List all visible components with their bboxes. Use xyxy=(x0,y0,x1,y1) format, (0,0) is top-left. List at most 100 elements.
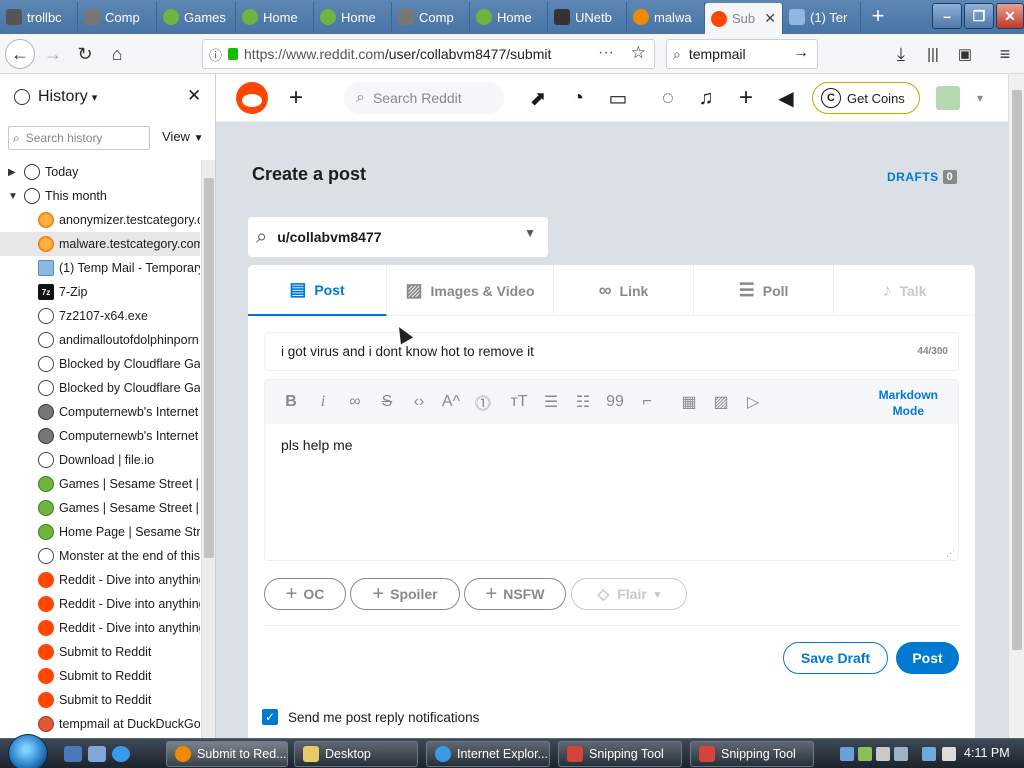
go-arrow-icon[interactable]: → xyxy=(793,44,809,62)
history-item[interactable]: (1) Temp Mail - Temporary xyxy=(0,256,200,280)
volume-icon[interactable] xyxy=(942,747,956,761)
close-tab-icon[interactable]: ✕ xyxy=(764,10,776,27)
bookmark-star-icon[interactable]: ☆ xyxy=(631,43,646,63)
scrollbar-thumb[interactable] xyxy=(204,178,214,558)
menu-icon[interactable]: ≡ xyxy=(990,39,1020,69)
taskbar-item-snipping-tool[interactable]: Snipping Tool xyxy=(690,741,814,767)
ie-quicklaunch-icon[interactable] xyxy=(112,746,130,762)
collapse-arrow-icon[interactable]: ▼ xyxy=(8,191,22,202)
history-item[interactable]: 7z2107-x64.exe xyxy=(0,304,200,328)
history-item-selected[interactable]: malware.testcategory.com/ xyxy=(0,232,200,256)
strikethrough-icon[interactable]: S xyxy=(371,388,403,416)
network-icon[interactable] xyxy=(922,747,936,761)
notifications-checkbox-row[interactable]: ✓ Send me post reply notifications xyxy=(262,709,479,725)
history-item[interactable]: Submit to Reddit xyxy=(0,640,200,664)
history-item[interactable]: Submit to Reddit xyxy=(0,688,200,712)
history-item[interactable]: Blocked by Cloudflare Gate xyxy=(0,352,200,376)
history-group-today[interactable]: ▶ Today xyxy=(0,160,200,184)
lock-icon[interactable] xyxy=(228,48,239,60)
nsfw-tag-button[interactable]: + NSFW xyxy=(464,578,566,610)
tab-images-video[interactable]: ▨ Images & Video xyxy=(387,265,554,316)
bold-icon[interactable]: B xyxy=(275,388,307,416)
flair-button[interactable]: ◇ Flair ▾ xyxy=(571,578,687,610)
history-item[interactable]: Monster at the end of this . xyxy=(0,544,200,568)
oc-tag-button[interactable]: + OC xyxy=(264,578,346,610)
stats-icon[interactable]: ◔ xyxy=(566,86,590,110)
history-search-input[interactable]: ⌕ Search history xyxy=(8,126,150,150)
info-icon[interactable]: ⓘ xyxy=(209,45,222,64)
numbered-list-icon[interactable]: ☷ xyxy=(567,388,599,416)
back-button[interactable]: ← xyxy=(5,39,35,69)
create-plus-icon[interactable]: + xyxy=(284,84,308,111)
history-item[interactable]: Blocked by Cloudflare Gate xyxy=(0,376,200,400)
reddit-logo-icon[interactable] xyxy=(236,82,268,114)
tab-post[interactable]: ▤ Post xyxy=(248,265,387,316)
browser-tab[interactable]: (1) Ter xyxy=(783,2,861,32)
library-icon[interactable]: ||| xyxy=(918,39,948,69)
clock[interactable]: 4:11 PM xyxy=(964,746,1010,760)
taskbar-item-snipping-tool[interactable]: Snipping Tool xyxy=(558,741,682,767)
close-sidebar-icon[interactable]: ✕ xyxy=(187,86,201,106)
megaphone-icon[interactable]: ◀ xyxy=(774,86,798,110)
link-icon[interactable]: ∞ xyxy=(339,388,371,416)
maximize-button[interactable]: ❐ xyxy=(964,3,994,29)
heading-icon[interactable]: тT xyxy=(503,388,535,416)
browser-tab[interactable]: Comp xyxy=(78,2,157,32)
community-selector[interactable]: ⌕ u/collabvm8477 ▼ xyxy=(248,217,548,257)
taskbar-item-ie[interactable]: Internet Explor... xyxy=(426,741,550,767)
minimize-button[interactable]: – xyxy=(932,3,962,29)
save-draft-button[interactable]: Save Draft xyxy=(783,642,888,674)
create-post-plus-icon[interactable]: + xyxy=(734,84,758,111)
scrollbar-thumb[interactable] xyxy=(1012,90,1022,650)
drafts-button[interactable]: DRAFTS 0 xyxy=(887,170,958,184)
post-title-input[interactable]: i got virus and i dont know hot to remov… xyxy=(264,332,959,371)
video-icon[interactable]: ▷ xyxy=(737,388,769,416)
browser-tab[interactable]: Games xyxy=(157,2,236,32)
spoiler-tag-button[interactable]: + Spoiler xyxy=(350,578,460,610)
image-icon[interactable]: ▨ xyxy=(705,388,737,416)
bell-icon[interactable]: ♫ xyxy=(694,86,718,110)
video-icon[interactable]: ▭ xyxy=(606,86,630,110)
history-group-this-month[interactable]: ▼ This month xyxy=(0,184,200,208)
start-button[interactable] xyxy=(8,734,48,768)
post-body-editor[interactable]: B i ∞ S ‹› A^ ⓵ тT ☰ ☷ 99 ⌐ ▦ ▨ ▷ Markdo… xyxy=(264,379,959,561)
home-button[interactable]: ⌂ xyxy=(102,39,132,69)
history-item[interactable]: 7z 7-Zip xyxy=(0,280,200,304)
history-item[interactable]: Computernewb's Internet F xyxy=(0,424,200,448)
chevron-down-icon[interactable]: ▼ xyxy=(524,226,536,240)
browser-tab[interactable]: malwa xyxy=(627,2,705,32)
history-item[interactable]: tempmail at DuckDuckGo xyxy=(0,712,200,736)
history-item[interactable]: Games | Sesame Street | PB xyxy=(0,472,200,496)
chevron-down-icon[interactable]: ▾ xyxy=(92,91,98,104)
post-submit-button[interactable]: Post xyxy=(896,642,959,674)
page-scrollbar[interactable] xyxy=(1008,74,1024,738)
history-item[interactable]: Reddit - Dive into anything xyxy=(0,568,200,592)
reddit-search-input[interactable]: ⌕ Search Reddit xyxy=(344,82,504,114)
expand-arrow-icon[interactable]: ▶ xyxy=(8,167,22,178)
browser-tab[interactable]: Comp xyxy=(392,2,470,32)
tray-app-icon[interactable] xyxy=(876,747,890,761)
bulleted-list-icon[interactable]: ☰ xyxy=(535,388,567,416)
url-bar[interactable]: ⓘ https://www.reddit.com/user/collabvm84… xyxy=(202,39,655,69)
tab-talk[interactable]: ♪ Talk xyxy=(834,265,975,316)
tray-app-icon[interactable] xyxy=(894,747,908,761)
switch-windows-icon[interactable] xyxy=(88,746,106,762)
browser-tab[interactable]: Home xyxy=(314,2,392,32)
inline-code-icon[interactable]: ‹› xyxy=(403,388,435,416)
code-block-icon[interactable]: ⌐ xyxy=(631,388,663,416)
browser-tab[interactable]: trollbc xyxy=(0,2,78,32)
tray-app-icon[interactable] xyxy=(858,747,872,761)
history-item[interactable]: Reddit - Dive into anything xyxy=(0,616,200,640)
downloads-icon[interactable]: ⤓ xyxy=(886,39,916,69)
spoiler-icon[interactable]: ⓵ xyxy=(467,388,499,416)
browser-tab-active[interactable]: Sub ✕ xyxy=(705,3,783,34)
history-item[interactable]: Reddit - Dive into anything xyxy=(0,592,200,616)
tab-poll[interactable]: ☰ Poll xyxy=(694,265,834,316)
history-item[interactable]: anonymizer.testcategory.c xyxy=(0,208,200,232)
get-coins-button[interactable]: C Get Coins xyxy=(812,82,920,114)
chevron-down-icon[interactable]: ▾ xyxy=(968,86,992,110)
quote-icon[interactable]: 99 xyxy=(599,388,631,416)
history-item[interactable]: Download | file.io xyxy=(0,448,200,472)
new-tab-button[interactable]: + xyxy=(866,3,890,28)
markdown-mode-button[interactable]: Markdown Mode xyxy=(879,387,938,419)
